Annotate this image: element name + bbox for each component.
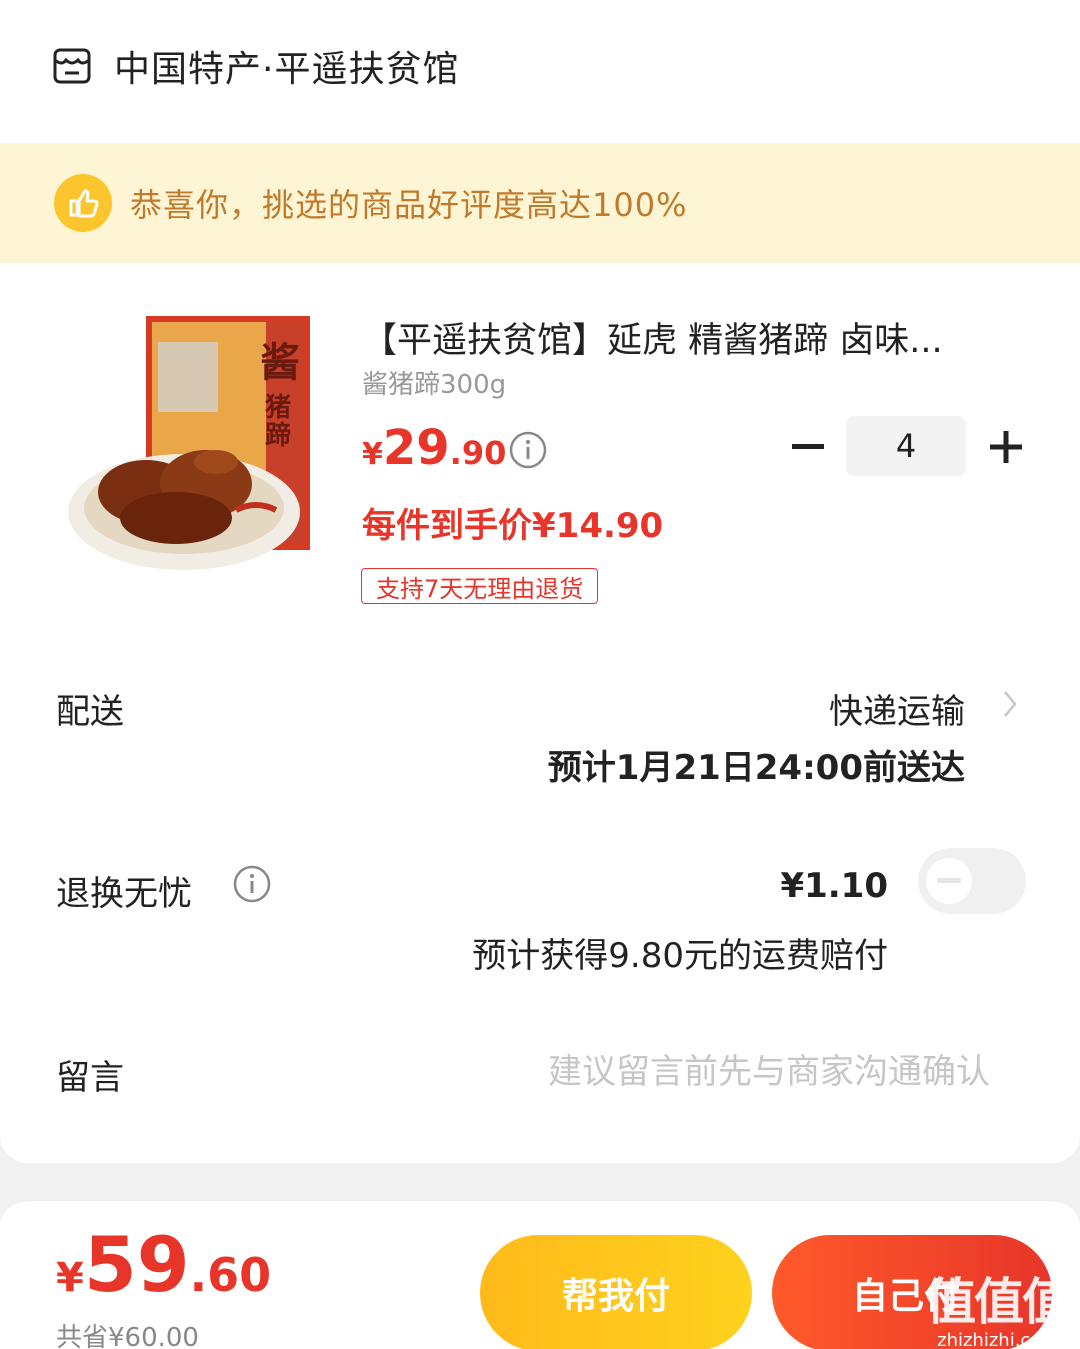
saved-amount: 共省¥60.00 [56, 1323, 199, 1349]
minus-icon [937, 878, 961, 883]
return-insurance-label: 退换无忧 [56, 874, 192, 914]
plus-icon [990, 431, 1022, 463]
unit-price: 每件到手价¥14.90 [362, 506, 664, 546]
order-card: 中国特产·平遥扶贫馆 恭喜你，挑选的商品好评度高达100% 酱 猪 蹄 【平遥扶… [0, 0, 1080, 1163]
return-insurance-toggle[interactable] [918, 848, 1026, 914]
message-label: 留言 [56, 1058, 124, 1098]
shop-icon [53, 48, 91, 84]
rating-banner: 恭喜你，挑选的商品好评度高达100% [0, 143, 1080, 263]
info-icon[interactable] [232, 864, 272, 904]
banner-text: 恭喜你，挑选的商品好评度高达100% [130, 186, 688, 224]
svg-text:猪: 猪 [265, 393, 291, 423]
quantity-value[interactable]: 4 [846, 416, 966, 476]
product-title[interactable]: 【平遥扶贫馆】延虎 精酱猪蹄 卤味... [362, 312, 1002, 363]
return-policy-tag: 支持7天无理由退货 [361, 568, 599, 604]
message-input[interactable] [420, 1044, 990, 1100]
quantity-increase-button[interactable] [986, 425, 1026, 469]
chevron-right-icon[interactable] [1000, 686, 1020, 722]
price-symbol: ¥ [362, 437, 383, 472]
quantity-decrease-button[interactable] [790, 425, 826, 469]
return-insurance-desc: 预计获得9.80元的运费赔付 [472, 936, 888, 976]
return-insurance-price: ¥1.10 [780, 866, 888, 906]
watermark-url: zhizhizhi.com [937, 1330, 1059, 1349]
product-image-big-text: 酱 [260, 339, 300, 386]
shop-header[interactable]: 中国特产·平遥扶贫馆 [52, 38, 459, 94]
total-price-integer: 59 [83, 1220, 190, 1309]
pay-for-me-button[interactable]: 帮我付 [480, 1235, 752, 1349]
total-price-symbol: ¥ [56, 1255, 84, 1301]
total-price: ¥ 59 .60 [56, 1227, 271, 1303]
thumbs-up-icon [54, 174, 112, 232]
delivery-method[interactable]: 快递运输 [829, 684, 965, 733]
minus-icon [792, 444, 824, 449]
price-integer: 29 [382, 420, 450, 476]
watermark: 值值值 zhizhizhi.com [918, 1262, 1078, 1349]
total-price-decimal: .60 [189, 1248, 272, 1302]
shop-name: 中国特产·平遥扶贫馆 [114, 49, 460, 90]
product-spec[interactable]: 酱猪蹄300g [362, 364, 506, 401]
delivery-label: 配送 [56, 692, 124, 732]
svg-text:蹄: 蹄 [265, 420, 291, 451]
toggle-knob [926, 858, 972, 904]
price-decimal: .90 [449, 434, 507, 472]
product-image[interactable]: 酱 猪 蹄 [66, 312, 316, 574]
watermark-logo: 值值值 [926, 1273, 1072, 1331]
product-price: ¥ 29 .90 [362, 420, 506, 476]
delivery-eta: 预计1月21日24:00前送达 [547, 748, 965, 788]
price-info-icon[interactable] [508, 430, 548, 470]
